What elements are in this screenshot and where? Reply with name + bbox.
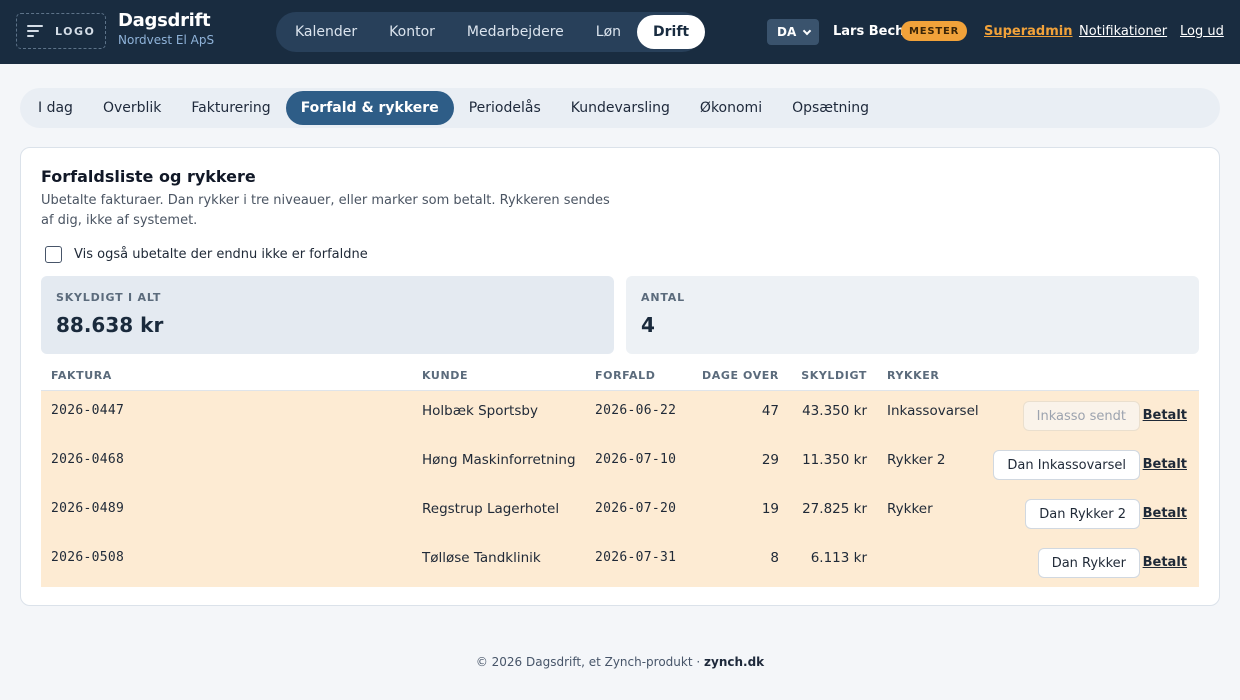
column-header-kunde: KUNDE bbox=[422, 369, 469, 382]
main-nav: Kalender Kontor Medarbejdere Løn Drift bbox=[276, 12, 706, 52]
cell-dage-over: 47 bbox=[761, 403, 779, 419]
card-description: Ubetalte fakturaer. Dan rykker i tre niv… bbox=[41, 193, 610, 228]
cell-dage-over: 19 bbox=[761, 501, 779, 517]
cell-kunde: Regstrup Lagerhotel bbox=[422, 501, 560, 517]
stat-total-label: SKYLDIGT I ALT bbox=[56, 291, 162, 304]
nav-item-lon[interactable]: Løn bbox=[580, 15, 637, 49]
tab-i-dag[interactable]: I dag bbox=[23, 91, 88, 125]
logo[interactable]: LOGO bbox=[16, 13, 106, 49]
cell-skyldigt: 6.113 kr bbox=[810, 550, 867, 566]
tab-periodelas[interactable]: Periodelås bbox=[454, 91, 556, 125]
column-header-faktura: FAKTURA bbox=[51, 369, 112, 382]
chevron-down-icon bbox=[803, 26, 812, 35]
nav-item-kontor[interactable]: Kontor bbox=[373, 15, 451, 49]
nav-item-medarbejdere[interactable]: Medarbejdere bbox=[451, 15, 580, 49]
cell-skyldigt: 27.825 kr bbox=[802, 501, 867, 517]
table-header: FAKTURA KUNDE FORFALD DAGE OVER SKYLDIGT… bbox=[41, 360, 1199, 391]
cell-rykker: Inkassovarsel bbox=[887, 403, 979, 419]
cell-dage-over: 29 bbox=[761, 452, 779, 468]
tab-forfald-rykkere[interactable]: Forfald & rykkere bbox=[285, 91, 454, 125]
create-inkassovarsel-button[interactable]: Dan Inkassovarsel bbox=[993, 450, 1140, 480]
sub-nav: I dag Overblik Fakturering Forfald & ryk… bbox=[20, 88, 1220, 128]
column-header-dage-over: DAGE OVER bbox=[702, 369, 779, 382]
mark-paid-link[interactable]: Betalt bbox=[1143, 408, 1187, 423]
cell-skyldigt: 43.350 kr bbox=[802, 403, 867, 419]
tab-overblik[interactable]: Overblik bbox=[88, 91, 176, 125]
stat-count-label: ANTAL bbox=[641, 291, 685, 304]
cell-rykker: Rykker bbox=[887, 501, 933, 517]
create-rykker-button[interactable]: Dan Rykker bbox=[1037, 548, 1140, 578]
cell-forfald: 2026-07-10 bbox=[595, 452, 677, 467]
footer-link[interactable]: zynch.dk bbox=[704, 655, 764, 669]
column-header-skyldigt: SKYLDIGT bbox=[801, 369, 867, 382]
nav-item-kalender[interactable]: Kalender bbox=[279, 15, 373, 49]
superadmin-link[interactable]: Superadmin bbox=[984, 24, 1073, 39]
logo-text: LOGO bbox=[55, 24, 96, 38]
tab-kundevarsling[interactable]: Kundevarsling bbox=[556, 91, 685, 125]
cell-rykker: Rykker 2 bbox=[887, 452, 946, 468]
footer: © 2026 Dagsdrift, et Zynch-produkt · zyn… bbox=[0, 655, 1240, 669]
table-row: 2026-0489 Regstrup Lagerhotel 2026-07-20… bbox=[41, 489, 1199, 538]
top-bar: LOGO Dagsdrift Nordvest El ApS Kalender … bbox=[0, 0, 1240, 64]
column-header-rykker: RYKKER bbox=[887, 369, 940, 382]
card-title: Forfaldsliste og rykkere bbox=[41, 167, 256, 186]
tab-fakturering[interactable]: Fakturering bbox=[176, 91, 285, 125]
cell-forfald: 2026-07-31 bbox=[595, 550, 677, 565]
cell-kunde: Høng Maskinforretning bbox=[422, 452, 576, 468]
footer-text: © 2026 Dagsdrift, et Zynch-produkt · bbox=[475, 655, 705, 669]
cell-dage-over: 8 bbox=[770, 550, 779, 566]
cell-kunde: Tølløse Tandklinik bbox=[422, 550, 541, 566]
notifications-link[interactable]: Notifikationer bbox=[1079, 24, 1167, 39]
cell-forfald: 2026-06-22 bbox=[595, 403, 677, 418]
overdue-card: Forfaldsliste og rykkere Ubetalte faktur… bbox=[20, 147, 1220, 606]
create-rykker-2-button[interactable]: Dan Rykker 2 bbox=[1025, 499, 1140, 529]
stat-total-value: 88.638 kr bbox=[56, 313, 164, 337]
cell-faktura: 2026-0508 bbox=[51, 550, 125, 565]
mark-paid-link[interactable]: Betalt bbox=[1143, 457, 1187, 472]
cell-kunde: Holbæk Sportsby bbox=[422, 403, 538, 419]
stat-count: ANTAL 4 bbox=[626, 276, 1199, 354]
show-not-due-toggle[interactable]: Vis også ubetalte der endnu ikke er forf… bbox=[45, 246, 368, 263]
cell-skyldigt: 11.350 kr bbox=[802, 452, 867, 468]
tab-opsaetning[interactable]: Opsætning bbox=[777, 91, 884, 125]
column-header-forfald: FORFALD bbox=[595, 369, 656, 382]
tab-okonomi[interactable]: Økonomi bbox=[685, 91, 777, 125]
overdue-table: FAKTURA KUNDE FORFALD DAGE OVER SKYLDIGT… bbox=[41, 360, 1199, 587]
stat-count-value: 4 bbox=[641, 313, 655, 337]
table-row: 2026-0508 Tølløse Tandklinik 2026-07-31 … bbox=[41, 538, 1199, 587]
show-not-due-label: Vis også ubetalte der endnu ikke er forf… bbox=[74, 247, 368, 262]
menu-icon bbox=[27, 25, 43, 37]
cell-faktura: 2026-0489 bbox=[51, 501, 125, 516]
cell-faktura: 2026-0468 bbox=[51, 452, 125, 467]
language-value: DA bbox=[777, 25, 797, 39]
brand-subtitle: Nordvest El ApS bbox=[118, 33, 215, 47]
table-row: 2026-0447 Holbæk Sportsby 2026-06-22 47 … bbox=[41, 391, 1199, 440]
mark-paid-link[interactable]: Betalt bbox=[1143, 555, 1187, 570]
show-not-due-checkbox[interactable] bbox=[45, 246, 62, 263]
mark-paid-link[interactable]: Betalt bbox=[1143, 506, 1187, 521]
role-badge: MESTER bbox=[901, 21, 968, 41]
nav-item-drift[interactable]: Drift bbox=[637, 15, 706, 49]
cell-forfald: 2026-07-20 bbox=[595, 501, 677, 516]
inkasso-sent-button: Inkasso sendt bbox=[1022, 401, 1140, 431]
user-name: Lars Bech bbox=[833, 24, 905, 39]
logout-link[interactable]: Log ud bbox=[1180, 24, 1224, 39]
language-select[interactable]: DA bbox=[767, 19, 819, 45]
table-row: 2026-0468 Høng Maskinforretning 2026-07-… bbox=[41, 440, 1199, 489]
stat-total-owed: SKYLDIGT I ALT 88.638 kr bbox=[41, 276, 614, 354]
cell-faktura: 2026-0447 bbox=[51, 403, 125, 418]
brand-title: Dagsdrift bbox=[118, 10, 211, 31]
